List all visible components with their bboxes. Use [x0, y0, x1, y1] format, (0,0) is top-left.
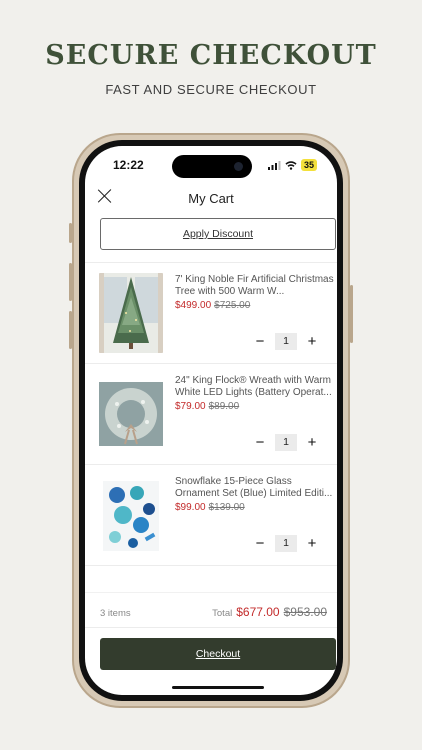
camera-icon	[234, 162, 243, 171]
item-name[interactable]: 7' King Noble Fir Artificial Christmas T…	[175, 274, 337, 298]
total-group: Total $677.00 $953.00	[212, 603, 327, 621]
wreath-image[interactable]	[99, 374, 163, 454]
total-price: $677.00	[236, 605, 280, 619]
decrease-quantity-button[interactable]: −	[253, 434, 267, 451]
checkout-button[interactable]: Checkout	[100, 638, 336, 670]
status-icons: 35	[267, 159, 317, 171]
promo-subtitle: FAST AND SECURE CHECKOUT	[105, 82, 317, 97]
item-count: 3 items	[100, 608, 131, 619]
signal-icon	[267, 160, 281, 170]
decrease-quantity-button[interactable]: −	[253, 333, 267, 350]
status-time: 12:22	[113, 158, 144, 172]
increase-quantity-button[interactable]: +	[305, 434, 319, 451]
item-price: $79.00 $89.00	[175, 401, 239, 412]
decrease-quantity-button[interactable]: −	[253, 535, 267, 552]
quantity-value[interactable]: 1	[275, 333, 297, 350]
page-title: My Cart	[188, 191, 234, 206]
original-price: $89.00	[208, 401, 240, 412]
phone-bezel: 12:22 35 My Cart Apply Discount 7' King …	[79, 140, 343, 701]
cart-item[interactable]: 24" King Flock® Wreath with Warm White L…	[85, 364, 337, 465]
increase-quantity-button[interactable]: +	[305, 535, 319, 552]
increase-quantity-button[interactable]: +	[305, 333, 319, 350]
total-label: Total	[212, 608, 233, 619]
sale-price: $499.00	[175, 300, 212, 311]
cart-item[interactable]: Snowflake 15-Piece Glass Ornament Set (B…	[85, 465, 337, 566]
cart-item[interactable]: 7' King Noble Fir Artificial Christmas T…	[85, 263, 337, 364]
quantity-value[interactable]: 1	[275, 535, 297, 552]
christmas-tree-image[interactable]	[99, 273, 163, 353]
volume-down-button	[69, 311, 72, 349]
home-indicator	[172, 686, 264, 689]
promo-title: SECURE CHECKOUT	[45, 40, 377, 71]
ornaments-image[interactable]	[99, 475, 163, 555]
cart-item-list: 7' King Noble Fir Artificial Christmas T…	[85, 263, 337, 566]
dynamic-island	[172, 155, 252, 178]
divider	[85, 592, 337, 593]
wifi-icon	[285, 160, 297, 170]
power-button	[350, 285, 353, 343]
quantity-stepper: − 1 +	[253, 434, 319, 451]
original-total-price: $953.00	[283, 605, 327, 619]
item-name[interactable]: Snowflake 15-Piece Glass Ornament Set (B…	[175, 476, 337, 500]
apply-discount-button[interactable]: Apply Discount	[100, 218, 336, 250]
item-price: $499.00 $725.00	[175, 300, 250, 311]
mute-switch	[69, 223, 72, 243]
volume-up-button	[69, 263, 72, 301]
quantity-stepper: − 1 +	[253, 535, 319, 552]
phone-frame: 12:22 35 My Cart Apply Discount 7' King …	[69, 133, 353, 708]
quantity-stepper: − 1 +	[253, 333, 319, 350]
phone-screen: 12:22 35 My Cart Apply Discount 7' King …	[85, 146, 337, 695]
item-name[interactable]: 24" King Flock® Wreath with Warm White L…	[175, 375, 337, 399]
sale-price: $99.00	[175, 502, 206, 513]
item-price: $99.00 $139.00	[175, 502, 245, 513]
divider	[85, 627, 337, 628]
cart-summary: 3 items Total $677.00 $953.00	[100, 603, 327, 621]
original-price: $139.00	[208, 502, 245, 513]
battery-icon: 35	[300, 159, 317, 171]
sale-price: $79.00	[175, 401, 206, 412]
quantity-value[interactable]: 1	[275, 434, 297, 451]
original-price: $725.00	[214, 300, 251, 311]
